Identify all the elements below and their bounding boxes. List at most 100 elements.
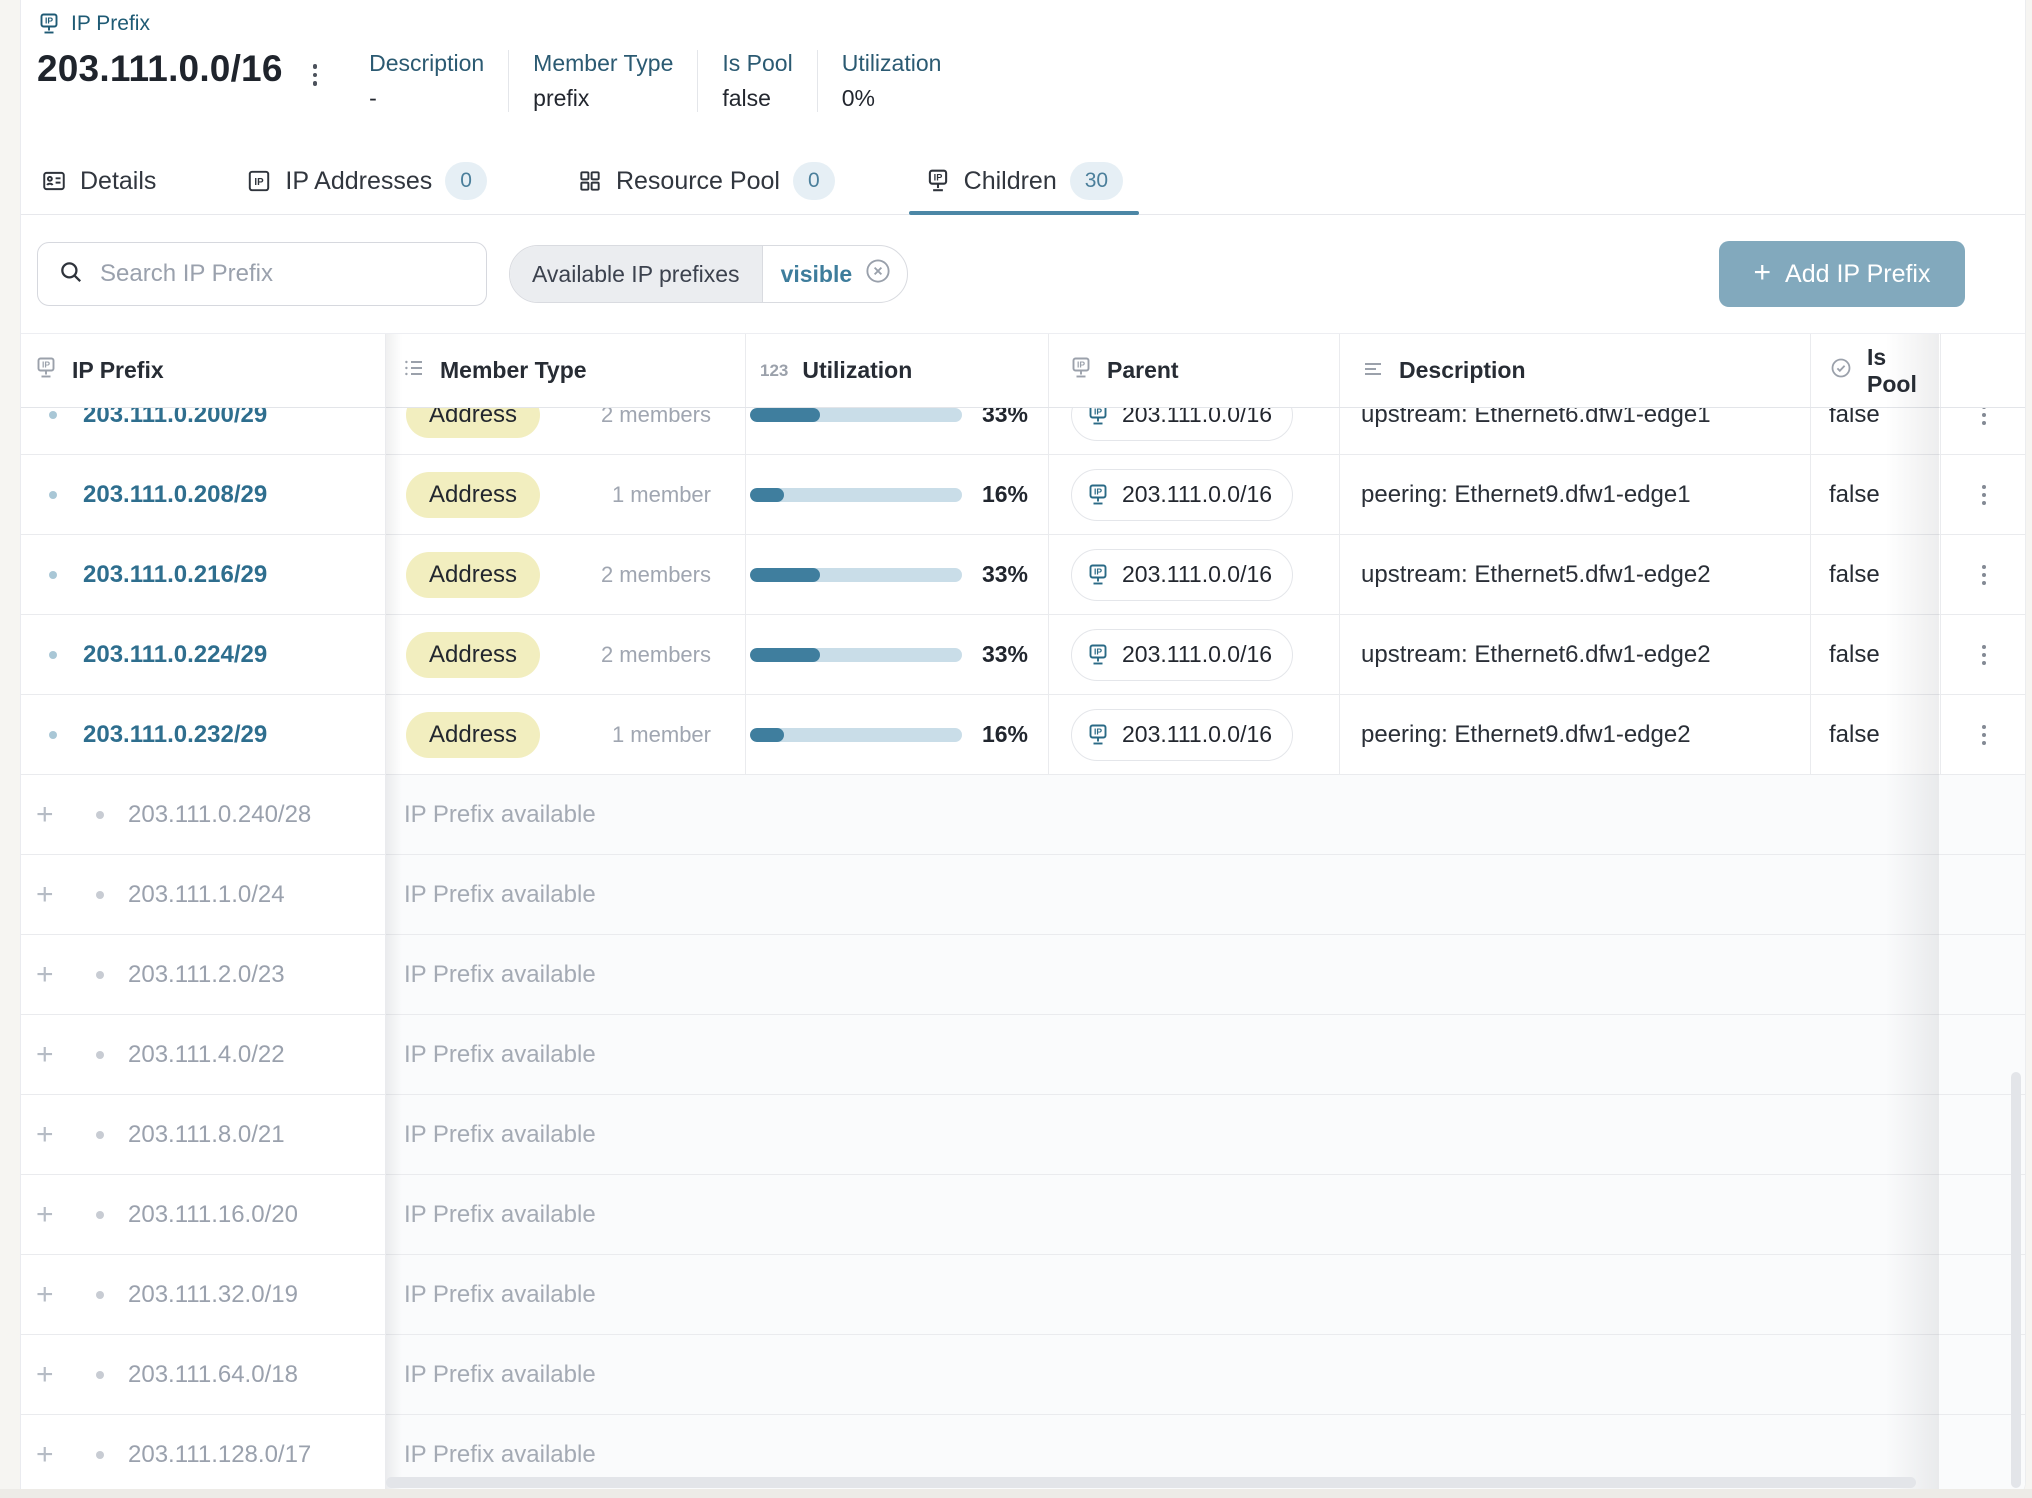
filter-chip-value: visible xyxy=(762,246,908,302)
add-available-prefix-icon[interactable]: + xyxy=(36,1440,66,1470)
id-card-icon xyxy=(41,168,67,194)
filter-chip[interactable]: Available IP prefixes visible xyxy=(509,245,908,303)
status-dot xyxy=(96,1291,104,1299)
title-kebab-menu-icon[interactable] xyxy=(309,60,322,90)
add-available-prefix-icon[interactable]: + xyxy=(36,1120,66,1150)
breadcrumb[interactable]: IP IP Prefix xyxy=(37,12,150,36)
parent-chip[interactable]: IP 203.111.0.0/16 xyxy=(1071,629,1293,681)
table-row: 203.111.0.224/29Address2 members33%IP203… xyxy=(21,615,2025,695)
tab-resource-pool[interactable]: Resource Pool 0 xyxy=(575,148,837,214)
table-row: 203.111.0.216/29 Address2 members 33% IP203… xyxy=(21,535,2025,615)
available-row: +203.111.32.0/19IP Prefix available xyxy=(21,1255,2025,1335)
grid-icon xyxy=(577,168,603,194)
meta-member-type: Member Type prefix xyxy=(508,50,697,112)
kebab-menu-icon[interactable] xyxy=(1976,479,1992,511)
available-prefix-label: 203.111.128.0/17 xyxy=(128,1441,311,1469)
member-count: 1 member xyxy=(612,722,711,748)
utilization-cell: 33% xyxy=(746,615,1049,694)
add-available-prefix-icon[interactable]: + xyxy=(36,1040,66,1070)
tab-children[interactable]: IP Children 30 xyxy=(923,148,1125,214)
available-label: IP Prefix available xyxy=(386,775,2025,854)
ip-prefix-icon: IP xyxy=(1086,723,1110,747)
kebab-menu-icon[interactable] xyxy=(1976,719,1992,751)
status-dot xyxy=(96,1131,104,1139)
prefix-cell: 203.111.0.208/29 xyxy=(21,455,386,534)
search-box xyxy=(37,242,487,306)
member-type-badge: Address xyxy=(406,632,540,678)
search-input[interactable] xyxy=(98,259,478,289)
available-row: +203.111.4.0/22IP Prefix available xyxy=(21,1015,2025,1095)
column-header-member-type: Member Type xyxy=(386,334,746,407)
available-label: IP Prefix available xyxy=(386,1095,2025,1174)
available-prefix-label: 203.111.2.0/23 xyxy=(128,961,285,989)
tab-count-badge: 0 xyxy=(445,162,487,200)
tab-count-badge: 30 xyxy=(1070,162,1123,200)
prefix-link[interactable]: 203.111.0.216/29 xyxy=(83,561,267,589)
add-available-prefix-icon[interactable]: + xyxy=(36,800,66,830)
add-available-prefix-icon[interactable]: + xyxy=(36,1200,66,1230)
column-header-utilization: 123 Utilization xyxy=(746,334,1049,407)
remove-filter-icon[interactable] xyxy=(863,256,893,292)
description-cell: upstream: Ethernet6.dfw1-edge2 xyxy=(1340,615,1811,694)
horizontal-scrollbar-thumb[interactable] xyxy=(386,1477,1916,1488)
tab-label: IP Addresses xyxy=(285,167,432,196)
svg-text:IP: IP xyxy=(45,16,53,26)
description-cell: peering: Ethernet9.dfw1-edge1 xyxy=(1340,455,1811,534)
summary-meta: Description - Member Type prefix Is Pool… xyxy=(369,50,965,112)
column-header-is-pool: Is Pool xyxy=(1811,334,1941,407)
search-icon xyxy=(58,259,84,290)
prefix-link[interactable]: 203.111.0.208/29 xyxy=(83,481,267,509)
ip-prefix-icon: IP xyxy=(1086,643,1110,667)
add-available-prefix-icon[interactable]: + xyxy=(36,880,66,910)
member-type-cell: Address1 member xyxy=(386,695,746,774)
tab-label: Details xyxy=(80,167,156,196)
available-prefix-label: 203.111.1.0/24 xyxy=(128,881,285,909)
parent-chip[interactable]: IP203.111.0.0/16 xyxy=(1071,549,1293,601)
parent-chip[interactable]: IP203.111.0.0/16 xyxy=(1071,469,1293,521)
description-cell: peering: Ethernet9.dfw1-edge2 xyxy=(1340,695,1811,774)
member-count: 2 members xyxy=(601,562,711,588)
tab-ip-addresses[interactable]: IP IP Addresses 0 xyxy=(244,148,489,214)
is-pool-cell: false xyxy=(1811,455,1941,534)
add-ip-prefix-button[interactable]: + Add IP Prefix xyxy=(1719,241,1965,307)
available-row: +203.111.64.0/18IP Prefix available xyxy=(21,1335,2025,1415)
add-available-prefix-icon[interactable]: + xyxy=(36,1360,66,1390)
add-available-prefix-icon[interactable]: + xyxy=(36,960,66,990)
add-available-prefix-icon[interactable]: + xyxy=(36,1280,66,1310)
parent-cell: IP203.111.0.0/16 xyxy=(1049,455,1340,534)
tab-label: Resource Pool xyxy=(616,167,780,196)
page-title: 203.111.0.0/16 xyxy=(37,48,283,90)
parent-chip[interactable]: IP 203.111.0.0/16 xyxy=(1071,709,1293,761)
prefix-link[interactable]: 203.111.0.232/29 xyxy=(83,721,267,749)
numeric-123-icon: 123 xyxy=(760,361,788,381)
kebab-menu-icon[interactable] xyxy=(1976,559,1992,591)
table-row: 203.111.0.232/29Address1 member16%IP203.… xyxy=(21,695,2025,775)
row-actions-cell xyxy=(1941,695,2026,774)
parent-prefix-label: 203.111.0.0/16 xyxy=(1122,721,1272,748)
main-panel: IP IP Prefix 203.111.0.0/16 Description … xyxy=(20,0,2026,1498)
available-label: IP Prefix available xyxy=(386,935,2025,1014)
ip-prefix-icon: IP xyxy=(37,12,61,36)
available-label: IP Prefix available xyxy=(386,1255,2025,1334)
meta-utilization: Utilization 0% xyxy=(817,50,966,112)
available-prefix-cell: +203.111.2.0/23 xyxy=(21,935,386,1014)
utilization-value: 33% xyxy=(982,641,1028,668)
row-actions-cell xyxy=(1941,535,2026,614)
column-header-description: Description xyxy=(1340,334,1811,407)
status-dot xyxy=(49,651,57,659)
svg-text:IP: IP xyxy=(1094,726,1102,736)
svg-text:IP: IP xyxy=(1077,359,1085,369)
vertical-scrollbar-thumb[interactable] xyxy=(2011,1072,2021,1488)
tab-bar: Details IP IP Addresses 0 xyxy=(39,148,1125,214)
utilization-bar xyxy=(750,408,962,422)
add-button-label: Add IP Prefix xyxy=(1785,260,1930,289)
available-row: +203.111.8.0/21IP Prefix available xyxy=(21,1095,2025,1175)
parent-prefix-label: 203.111.0.0/16 xyxy=(1122,641,1272,668)
tab-details[interactable]: Details xyxy=(39,148,158,214)
svg-text:IP: IP xyxy=(1094,646,1102,656)
member-type-cell: Address2 members xyxy=(386,535,746,614)
prefix-link[interactable]: 203.111.0.224/29 xyxy=(83,641,267,669)
list-icon xyxy=(402,356,426,386)
kebab-menu-icon[interactable] xyxy=(1976,639,1992,671)
utilization-value: 33% xyxy=(982,561,1028,588)
